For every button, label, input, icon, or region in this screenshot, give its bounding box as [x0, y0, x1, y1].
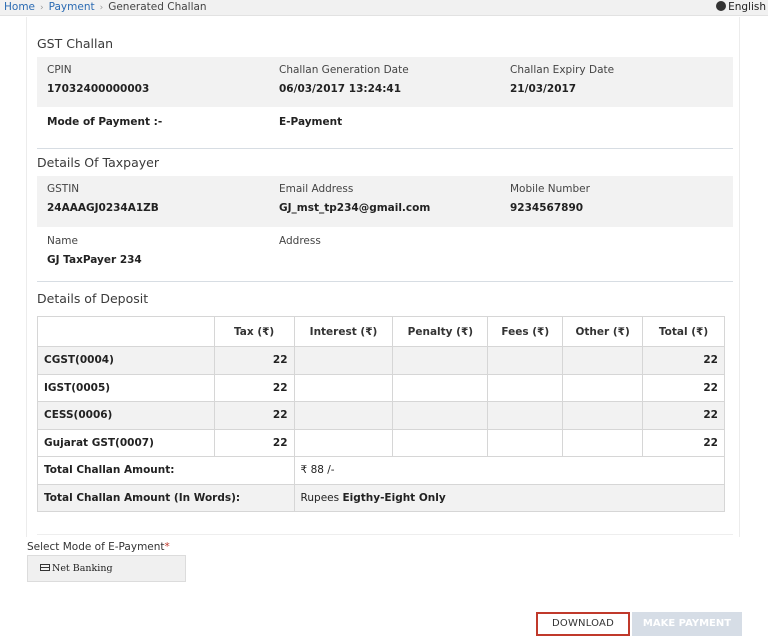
globe-icon — [716, 1, 727, 11]
fees-cell — [487, 401, 564, 430]
address-label: Address — [279, 235, 321, 247]
gstin-label: GSTIN — [47, 183, 80, 195]
fees-cell — [487, 346, 564, 375]
table-row: Gujarat GST(0007) 22 22 — [37, 428, 725, 457]
mobile-value: 9234567890 — [510, 202, 584, 214]
header-interest: Interest (₹) — [293, 316, 394, 347]
interest-cell — [293, 346, 394, 375]
email-value: GJ_mst_tp234@gmail.com — [279, 202, 431, 214]
taxpayer-title: Details Of Taxpayer — [37, 155, 159, 170]
deposit-title: Details of Deposit — [37, 291, 149, 306]
section-divider — [37, 534, 733, 535]
penalty-cell — [392, 373, 489, 402]
download-button[interactable]: DOWNLOAD — [536, 612, 630, 636]
section-divider — [37, 281, 733, 282]
words-amount: Eigthy-Eight Only — [342, 491, 446, 504]
total-cell: 22 — [642, 346, 725, 375]
penalty-cell — [392, 401, 489, 430]
words-prefix: Rupees — [300, 491, 340, 504]
breadcrumb-home-link[interactable]: Home — [4, 1, 35, 13]
penalty-cell — [392, 428, 489, 457]
make-payment-button[interactable]: MAKE PAYMENT — [632, 612, 742, 636]
tax-cell: 22 — [213, 346, 295, 375]
fees-cell — [487, 373, 564, 402]
tax-cell: 22 — [213, 373, 295, 402]
top-bar: Home › Payment › Generated Challan English — [0, 0, 768, 16]
language-selector[interactable]: English — [716, 0, 766, 14]
row-head: CESS(0006) — [37, 401, 215, 430]
name-value: GJ TaxPayer 234 — [47, 254, 142, 266]
total-amount-row: Total Challan Amount: ₹ 88 /- — [37, 456, 726, 485]
mobile-label: Mobile Number — [510, 183, 590, 195]
other-cell — [562, 373, 644, 402]
total-cell: 22 — [642, 401, 725, 430]
generation-date-value: 06/03/2017 13:24:41 — [279, 83, 402, 95]
fees-cell — [487, 428, 564, 457]
table-row: CESS(0006) 22 22 — [37, 401, 725, 430]
gstin-value: 24AAAGJ0234A1ZB — [47, 202, 159, 214]
total-cell: 22 — [642, 373, 725, 402]
name-label: Name — [47, 235, 78, 247]
required-mark: * — [164, 541, 170, 553]
epayment-mode-text: Select Mode of E-Payment — [27, 541, 165, 553]
total-cell: 22 — [642, 428, 725, 457]
interest-cell — [293, 401, 394, 430]
header-tax: Tax (₹) — [213, 316, 295, 347]
header-penalty: Penalty (₹) — [392, 316, 489, 347]
breadcrumb: Home › Payment › Generated Challan — [4, 0, 207, 15]
row-head: CGST(0004) — [37, 346, 215, 375]
expiry-date-value: 21/03/2017 — [510, 83, 577, 95]
deposit-header-row: Tax (₹) Interest (₹) Penalty (₹) Fees (₹… — [37, 316, 725, 347]
total-amount-label: Total Challan Amount: — [37, 456, 295, 485]
row-head: Gujarat GST(0007) — [37, 428, 215, 457]
generation-date-label: Challan Generation Date — [279, 64, 409, 76]
mode-of-payment-value: E-Payment — [279, 116, 343, 128]
header-total: Total (₹) — [642, 316, 725, 347]
table-row: CGST(0004) 22 22 — [37, 346, 725, 375]
language-label: English — [728, 1, 766, 13]
cpin-value: 17032400000003 — [47, 83, 150, 95]
tax-cell: 22 — [213, 401, 295, 430]
interest-cell — [293, 428, 394, 457]
mode-of-payment-label: Mode of Payment :- — [47, 116, 163, 128]
penalty-cell — [392, 346, 489, 375]
tax-cell: 22 — [213, 428, 295, 457]
net-banking-option[interactable]: Net Banking — [27, 555, 186, 582]
total-words-value: Rupees Eigthy-Eight Only — [293, 483, 726, 512]
cpin-label: CPIN — [47, 64, 72, 76]
other-cell — [562, 346, 644, 375]
breadcrumb-current: Generated Challan — [108, 1, 207, 13]
breadcrumb-separator: › — [99, 3, 104, 13]
total-amount-value: ₹ 88 /- — [293, 456, 726, 485]
total-words-label: Total Challan Amount (In Words): — [37, 483, 295, 512]
gst-challan-title: GST Challan — [37, 36, 114, 51]
breadcrumb-separator: › — [40, 3, 44, 13]
card-icon — [40, 564, 50, 571]
row-head: IGST(0005) — [37, 373, 215, 402]
expiry-date-label: Challan Expiry Date — [510, 64, 615, 76]
interest-cell — [293, 373, 394, 402]
total-words-row: Total Challan Amount (In Words): Rupees … — [37, 483, 726, 512]
other-cell — [562, 428, 644, 457]
header-head — [37, 316, 215, 347]
header-other: Other (₹) — [562, 316, 644, 347]
net-banking-label: Net Banking — [52, 563, 113, 574]
header-fees: Fees (₹) — [487, 316, 564, 347]
breadcrumb-payment-link[interactable]: Payment — [49, 1, 95, 13]
email-label: Email Address — [279, 183, 354, 195]
epayment-mode-label: Select Mode of E-Payment* — [27, 541, 170, 553]
table-row: IGST(0005) 22 22 — [37, 373, 725, 402]
section-divider — [37, 148, 733, 149]
deposit-table: Tax (₹) Interest (₹) Penalty (₹) Fees (₹… — [37, 316, 726, 512]
other-cell — [562, 401, 644, 430]
